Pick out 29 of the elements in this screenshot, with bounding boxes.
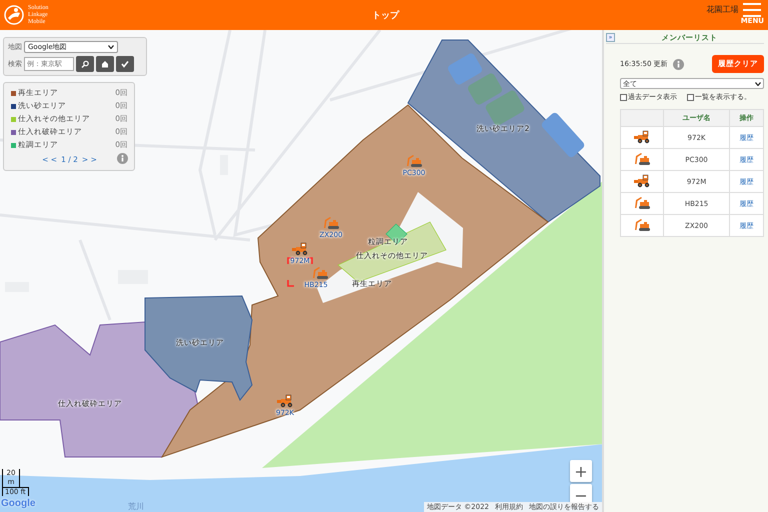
wheel-loader-icon[interactable]	[633, 174, 652, 188]
excavator-icon[interactable]	[405, 154, 423, 168]
search-button[interactable]	[76, 56, 94, 72]
caret-icon	[108, 45, 114, 49]
site-name: 花園工場	[706, 4, 739, 15]
excavator-icon[interactable]	[322, 216, 340, 230]
wheel-loader-icon[interactable]	[633, 130, 652, 144]
menu-icon	[743, 3, 762, 17]
caret-icon	[755, 82, 761, 86]
page-title: トップ	[370, 9, 400, 22]
info-icon[interactable]	[117, 153, 128, 164]
area-polygon[interactable]	[0, 321, 201, 458]
check-icon	[121, 60, 129, 68]
excavator-icon[interactable]	[633, 152, 652, 166]
excavator-icon[interactable]	[311, 266, 329, 280]
excavator-icon[interactable]	[633, 218, 652, 232]
wheel-loader-icon[interactable]	[276, 394, 294, 408]
river-label: 荒川	[128, 501, 144, 512]
confirm-button[interactable]	[116, 56, 134, 72]
map-logo: Google	[1, 498, 36, 509]
home-icon	[101, 60, 109, 68]
logo-icon	[4, 5, 24, 25]
info-icon[interactable]	[672, 58, 684, 70]
home-button[interactable]	[96, 56, 114, 72]
excavator-icon[interactable]	[633, 196, 652, 210]
area-polygon[interactable]	[144, 296, 253, 401]
zoom-in-button[interactable]: +	[570, 460, 592, 482]
search-icon	[81, 60, 89, 68]
wheel-loader-icon[interactable]	[291, 242, 309, 256]
